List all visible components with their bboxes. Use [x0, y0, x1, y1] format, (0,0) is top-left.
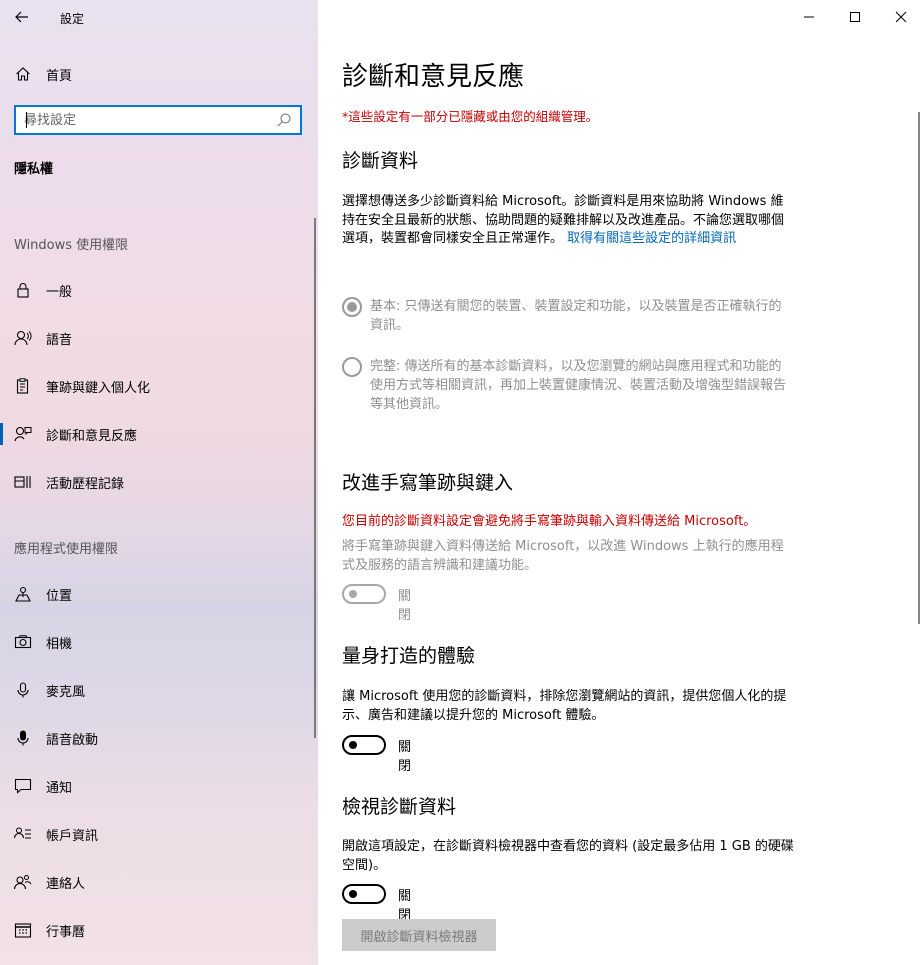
sidebar-item-microphone[interactable]: 麥克風: [0, 670, 318, 710]
tailored-description: 讓 Microsoft 使用您的診斷資料，排除您瀏覽網站的資訊，提供您個人化的提…: [342, 689, 787, 723]
sidebar-item-location[interactable]: 位置: [0, 574, 318, 614]
maximize-icon: [850, 12, 860, 22]
voice-activation-icon: [14, 729, 32, 747]
sidebar-item-label: 活動歷程記錄: [46, 476, 125, 492]
sidebar-item-diagnostics[interactable]: 診斷和意見反應: [0, 414, 318, 454]
sidebar-item-label: 語音啟動: [46, 732, 99, 748]
speech-icon: [14, 329, 32, 347]
view-diagnostic-toggle-label: 關閉: [398, 889, 412, 923]
back-arrow-icon: [15, 11, 28, 23]
search-box[interactable]: [14, 105, 302, 135]
sidebar-item-label: 位置: [46, 588, 73, 604]
microphone-icon: [14, 681, 32, 699]
inking-warning: 您目前的診斷資料設定會避免將手寫筆跡與輸入資料傳送給 Microsoft。: [342, 514, 757, 529]
sidebar-item-speech[interactable]: 語音: [0, 318, 318, 358]
minimize-button[interactable]: [786, 0, 832, 34]
home-icon: [14, 65, 32, 83]
view-diagnostic-heading: 檢視診斷資料: [342, 796, 457, 818]
sidebar-item-calendar[interactable]: 行事曆: [0, 910, 318, 950]
tailored-toggle-label: 關閉: [398, 740, 412, 774]
lock-icon: [14, 281, 32, 299]
section-heading-windows: Windows 使用權限: [14, 238, 129, 253]
inking-description: 將手寫筆跡與鍵入資料傳送給 Microsoft，以改進 Windows 上執行的…: [342, 539, 784, 573]
text-cursor: [26, 112, 27, 128]
sidebar-item-label: 相機: [46, 636, 73, 652]
search-icon[interactable]: [276, 112, 292, 132]
sidebar-item-label: 連絡人: [46, 876, 86, 892]
sidebar-item-voice-activation[interactable]: 語音啟動: [0, 718, 318, 758]
maximize-button[interactable]: [832, 0, 878, 34]
feedback-icon: [14, 425, 32, 443]
full-option-label: 完整: 傳送所有的基本診斷資料，以及您瀏覽的網站與應用程式和功能的使用方式等相關…: [370, 359, 787, 412]
title-bar-left: 設定: [0, 0, 318, 34]
inking-toggle[interactable]: [342, 584, 386, 604]
sidebar-item-camera[interactable]: 相機: [0, 622, 318, 662]
minimize-icon: [804, 16, 814, 18]
account-info-icon: [14, 825, 32, 843]
sidebar-item-home[interactable]: 首頁: [0, 54, 318, 94]
sidebar-item-general[interactable]: 一般: [0, 270, 318, 310]
notification-icon: [14, 777, 32, 795]
app-title: 設定: [60, 12, 85, 26]
diagnostic-data-heading: 診斷資料: [342, 150, 419, 172]
view-diagnostic-description: 開啟這項設定，在診斷資料檢視器中查看您的資料 (設定最多佔用 1 GB 的硬碟空…: [342, 839, 794, 873]
sidebar-item-inking[interactable]: 筆跡與鍵入個人化: [0, 366, 318, 406]
close-button[interactable]: [878, 0, 924, 34]
sidebar-item-label: 通知: [46, 780, 73, 796]
sidebar-item-notifications[interactable]: 通知: [0, 766, 318, 806]
location-icon: [14, 585, 32, 603]
camera-icon: [14, 633, 32, 651]
full-radio[interactable]: [342, 357, 362, 377]
sidebar-item-label: 行事曆: [46, 924, 86, 940]
back-button[interactable]: [10, 6, 34, 28]
main-panel: 診斷和意見反應 *這些設定有一部分已隱藏或由您的組織管理。 診斷資料 選擇想傳送…: [318, 0, 924, 965]
diagnostic-data-description: 選擇想傳送多少診斷資料給 Microsoft。診斷資料是用來協助將 Window…: [342, 193, 794, 249]
tailored-toggle[interactable]: [342, 735, 386, 755]
learn-more-link[interactable]: 取得有關這些設定的詳細資訊: [567, 231, 736, 246]
sidebar-item-contacts[interactable]: 連絡人: [0, 862, 318, 902]
window-controls: [786, 0, 924, 34]
close-icon: [895, 11, 907, 23]
sidebar-item-label: 筆跡與鍵入個人化: [46, 380, 151, 396]
inking-toggle-label: 關閉: [398, 589, 412, 623]
inking-heading: 改進手寫筆跡與鍵入: [342, 472, 514, 494]
clipboard-pen-icon: [14, 377, 32, 395]
contacts-icon: [14, 873, 32, 891]
main-scrollbar[interactable]: [918, 112, 920, 624]
sidebar-item-activity-history[interactable]: 活動歷程記錄: [0, 462, 318, 502]
sidebar-item-account-info[interactable]: 帳戶資訊: [0, 814, 318, 854]
sidebar: 設定 首頁 隱私權 Windows 使用權限 一般 語音 筆跡與鍵入個人化: [0, 0, 318, 965]
basic-option-label: 基本: 只傳送有關您的裝置、裝置設定和功能，以及裝置是否正確執行的資訊。: [370, 299, 782, 333]
sidebar-item-label: 語音: [46, 332, 73, 348]
sidebar-item-label: 診斷和意見反應: [46, 428, 138, 444]
search-input[interactable]: [16, 107, 266, 133]
sidebar-scrollbar[interactable]: [314, 218, 316, 738]
sidebar-item-label: 帳戶資訊: [46, 828, 99, 844]
calendar-icon: [14, 921, 32, 939]
open-diagnostic-viewer-button[interactable]: 開啟診斷資料檢視器: [342, 919, 496, 951]
managed-note: *這些設定有一部分已隱藏或由您的組織管理。: [342, 109, 599, 124]
page-title: 診斷和意見反應: [342, 62, 525, 92]
view-diagnostic-toggle[interactable]: [342, 884, 386, 904]
tailored-heading: 量身打造的體驗: [342, 645, 476, 667]
sidebar-item-label: 一般: [46, 284, 73, 300]
basic-radio[interactable]: [342, 297, 362, 317]
category-heading: 隱私權: [14, 162, 54, 177]
sidebar-item-label: 麥克風: [46, 684, 86, 700]
selection-indicator: [0, 423, 3, 445]
sidebar-item-label: 首頁: [46, 68, 73, 84]
timeline-icon: [14, 473, 32, 491]
section-heading-apps: 應用程式使用權限: [14, 542, 119, 557]
